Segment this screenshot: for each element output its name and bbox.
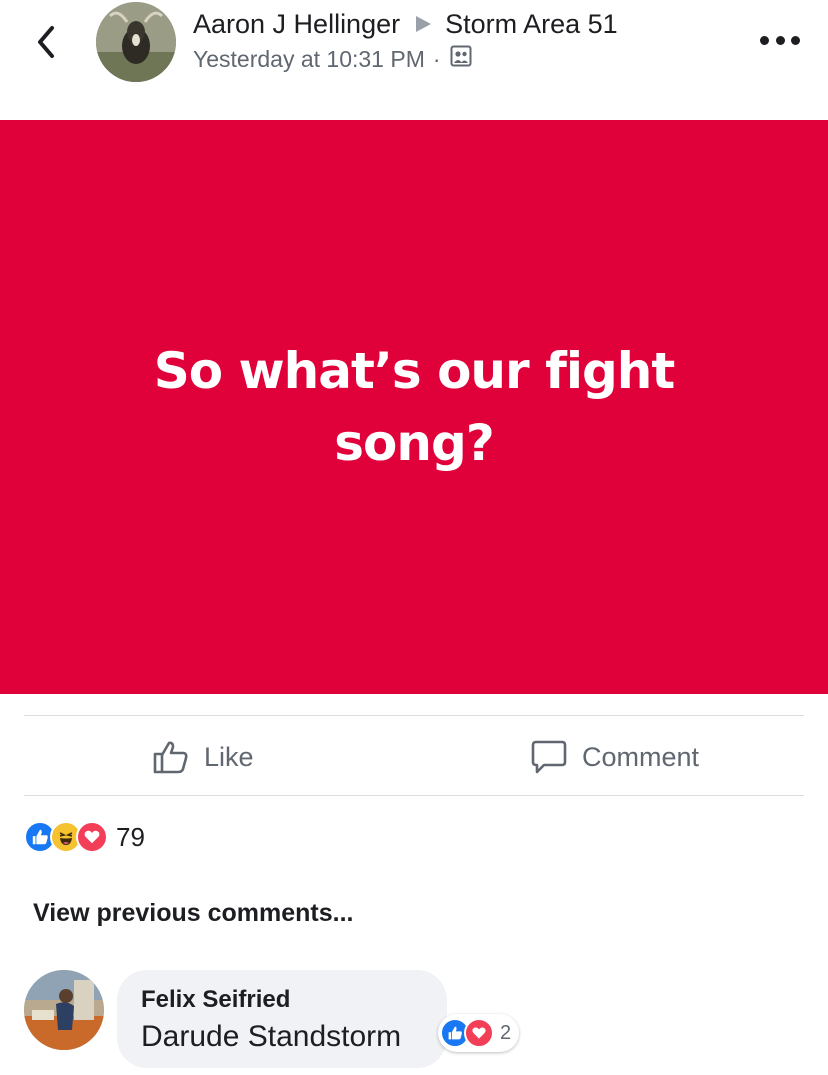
meta-separator: · (432, 45, 441, 72)
divider (24, 795, 804, 796)
comment-bubble-icon (531, 740, 567, 774)
comment-reaction-count: 2 (500, 1021, 512, 1044)
author-avatar[interactable] (96, 2, 176, 82)
group-audience-icon (449, 44, 473, 74)
view-previous-comments-link[interactable]: View previous comments... (33, 899, 353, 928)
group-name[interactable]: Storm Area 51 (445, 9, 618, 40)
goat-photo (96, 2, 176, 82)
post-meta: Yesterday at 10:31 PM · (193, 44, 473, 74)
post-text: So what’s our fight song? (153, 342, 676, 472)
like-label: Like (204, 741, 254, 772)
divider (24, 715, 804, 716)
author-name[interactable]: Aaron J Hellinger (193, 9, 400, 40)
comment-text: Darude Standstorm (141, 1020, 402, 1053)
more-dot (791, 35, 800, 45)
triangle-right-icon (412, 13, 434, 35)
commenter-photo (24, 970, 104, 1050)
post-text-card[interactable]: So what’s our fight song? (0, 120, 828, 694)
comment-label: Comment (582, 741, 700, 772)
post-author-line: Aaron J Hellinger Storm Area 51 (193, 6, 618, 42)
timestamp[interactable]: Yesterday at 10:31 PM (193, 46, 425, 73)
more-dot (760, 35, 769, 45)
comment-reactions[interactable]: 2 (438, 1014, 520, 1052)
comment-button[interactable]: Comment (530, 733, 699, 781)
back-button[interactable] (28, 22, 68, 62)
more-dot (775, 35, 785, 45)
commenter-name[interactable]: Felix Seifried (141, 986, 290, 1014)
reactions-summary[interactable]: 79 (24, 820, 145, 854)
commenter-avatar[interactable] (24, 970, 104, 1050)
like-button[interactable]: Like (152, 733, 254, 781)
reaction-count: 79 (116, 821, 145, 852)
chevron-left-icon (38, 26, 54, 58)
love-reaction-icon (76, 821, 108, 853)
more-options-button[interactable] (760, 28, 800, 52)
thumbs-up-icon (153, 741, 188, 774)
love-reaction-icon (464, 1018, 494, 1048)
